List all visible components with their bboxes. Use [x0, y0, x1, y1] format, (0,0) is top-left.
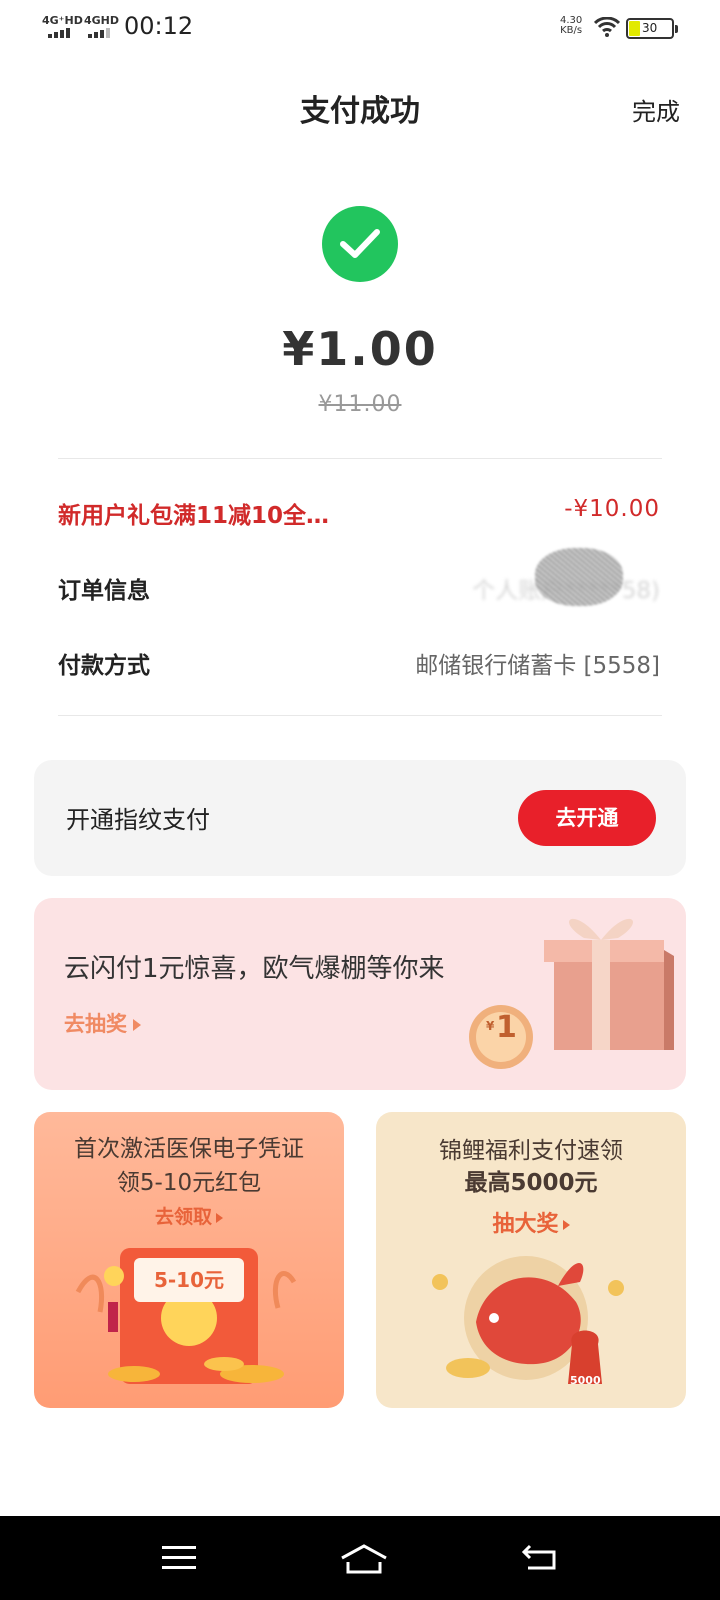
divider: [58, 458, 662, 459]
koi-card-link[interactable]: 抽大奖: [376, 1206, 686, 1238]
payment-method-label: 付款方式: [58, 653, 150, 679]
medical-card-link-label: 去领取: [154, 1206, 212, 1228]
koi-card-title-2: 最高5000元: [464, 1170, 598, 1196]
status-bar: 4G⁺HD 4GHD 00:12 4.30 KB/s 30: [0, 0, 720, 56]
home-icon: [341, 1544, 387, 1574]
back-button[interactable]: [500, 1516, 580, 1600]
coin-symbol: ¥: [486, 1019, 495, 1033]
fingerprint-label: 开通指纹支付: [66, 806, 210, 834]
koi-card-link-label: 抽大奖: [492, 1212, 559, 1237]
signal-label-2: 4GHD: [84, 14, 120, 27]
back-icon: [521, 1544, 556, 1570]
coin-number: 1: [496, 1010, 517, 1045]
home-button[interactable]: [320, 1516, 400, 1600]
medical-card-link[interactable]: 去领取: [34, 1202, 344, 1229]
medical-insurance-card[interactable]: 首次激活医保电子凭证 领5-10元红包 去领取 5-10元: [34, 1112, 344, 1408]
page-title: 支付成功: [300, 94, 420, 129]
promo-label: 新用户礼包满11减10全…: [58, 503, 330, 529]
wifi-icon: [594, 17, 620, 37]
medical-card-title-1: 首次激活医保电子凭证: [74, 1136, 304, 1162]
speed-unit: KB/s: [560, 25, 583, 36]
status-time: 00:12: [124, 12, 194, 40]
battery-icon: 30: [626, 18, 678, 39]
done-button[interactable]: 完成: [632, 92, 680, 127]
signal-label-1: 4G⁺HD: [42, 14, 83, 27]
arrow-right-icon: [562, 1220, 570, 1230]
paid-amount: ¥1.00: [282, 322, 438, 376]
lottery-link-label: 去抽奖: [64, 1012, 127, 1036]
divider: [58, 715, 662, 716]
promo-value: -¥10.00: [564, 496, 660, 522]
original-amount: ¥11.00: [318, 392, 402, 417]
system-nav-bar: [0, 1516, 720, 1600]
network-speed: 4.30 KB/s: [560, 16, 582, 36]
arrow-right-icon: [216, 1212, 223, 1223]
signal-bars-icon: [48, 28, 70, 38]
medical-card-title-2: 领5-10元红包: [116, 1170, 262, 1196]
menu-icon: [162, 1546, 196, 1569]
lottery-banner-title: 云闪付1元惊喜，欧气爆棚等你来: [64, 954, 445, 984]
koi-card-title-1: 锦鲤福利支付速领: [439, 1138, 623, 1164]
battery-level: 30: [642, 21, 658, 35]
menu-button[interactable]: [140, 1516, 220, 1600]
order-info-label: 订单信息: [58, 578, 150, 604]
signal-bars-2-icon: [88, 28, 110, 38]
fingerprint-card: 开通指纹支付 去开通: [34, 760, 686, 876]
lottery-banner[interactable]: 云闪付1元惊喜，欧气爆棚等你来 去抽奖 ¥ 1: [34, 898, 686, 1090]
enable-fingerprint-button[interactable]: 去开通: [518, 790, 656, 846]
payment-method-value: 邮储银行储蓄卡 [5558]: [415, 653, 660, 679]
redaction-scribble: [535, 548, 623, 606]
red-packet-tag: 5-10元: [134, 1258, 244, 1302]
koi-lottery-card[interactable]: 锦鲤福利支付速领 最高5000元 抽大奖 5000: [376, 1112, 686, 1408]
arrow-right-icon: [133, 1019, 141, 1031]
success-check-icon: [322, 206, 398, 282]
money-bag-label: 5000: [570, 1374, 601, 1387]
lottery-link[interactable]: 去抽奖: [64, 1008, 141, 1038]
